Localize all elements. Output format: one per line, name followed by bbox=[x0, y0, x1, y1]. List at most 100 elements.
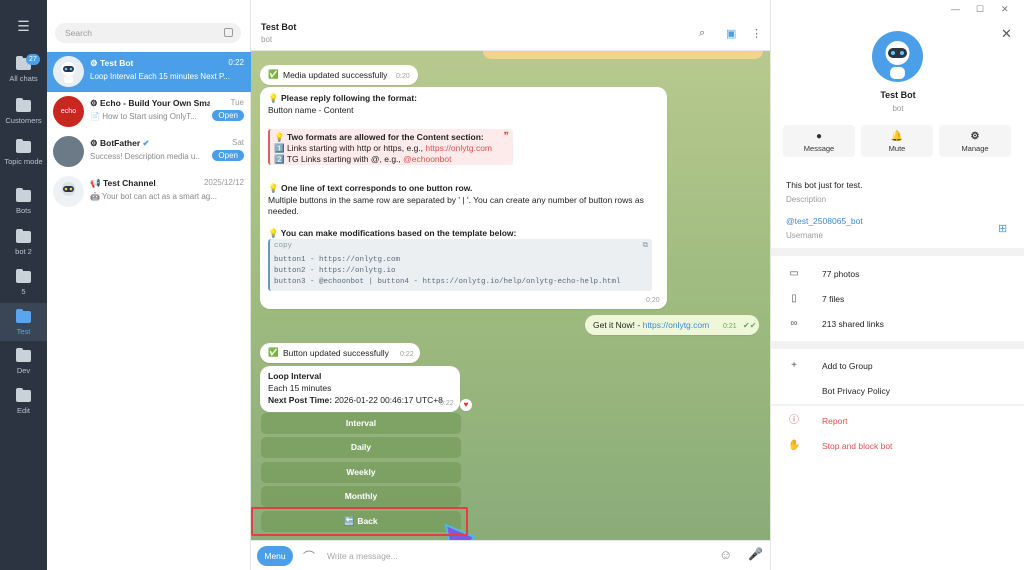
folder-icon bbox=[16, 348, 31, 362]
profile-avatar bbox=[872, 31, 923, 82]
window-close-icon[interactable]: ✕ bbox=[1001, 4, 1009, 15]
search-icon[interactable]: ⌕ bbox=[699, 27, 705, 40]
folder-all-chats[interactable]: 27 All chats bbox=[0, 54, 47, 88]
heart-reaction-icon[interactable]: ♥ bbox=[460, 399, 472, 411]
emoji-icon[interactable]: ☺ bbox=[719, 547, 732, 562]
messages-area[interactable]: ✅ Media updated successfully 0:20 💡 Plea… bbox=[251, 51, 770, 540]
folder-bot-2[interactable]: bot 2 bbox=[0, 229, 47, 259]
lock-icon[interactable] bbox=[224, 28, 233, 37]
qr-code-icon[interactable]: ⊞ bbox=[998, 222, 1007, 235]
folder-dev[interactable]: Dev bbox=[0, 348, 47, 378]
folder-customers[interactable]: Customers bbox=[0, 98, 47, 128]
robot-icon bbox=[61, 62, 76, 83]
folder-icon bbox=[16, 269, 31, 283]
profile-subtitle: bot bbox=[892, 104, 904, 113]
message-loop-interval[interactable]: Loop Interval Each 15 minutes Next Post … bbox=[260, 366, 460, 412]
quote-block: 💡 Two formats are allowed for the Conten… bbox=[268, 129, 513, 165]
keyboard-button-weekly[interactable]: Weekly bbox=[261, 462, 461, 483]
maximize-icon[interactable]: ☐ bbox=[976, 4, 984, 15]
privacy-policy-row[interactable]: Bot Privacy Policy bbox=[771, 381, 1024, 403]
chat-header[interactable]: Test Bot bot ⌕ ▣ ⋮ bbox=[251, 0, 770, 51]
hand-stop-icon: ✋ bbox=[788, 440, 801, 451]
quote-icon: ❞ bbox=[503, 131, 509, 142]
bot-icon bbox=[16, 188, 31, 202]
message-action-button[interactable]: ● Message bbox=[783, 125, 855, 157]
folder-topic-mode[interactable]: Topic mode bbox=[0, 139, 47, 177]
chat-title: 📢 Test Channel bbox=[90, 178, 156, 188]
shared-files-row[interactable]: ▯ 7 files bbox=[771, 289, 1024, 311]
keyboard-button-daily[interactable]: Daily bbox=[261, 437, 461, 458]
message-media-updated[interactable]: ✅ Media updated successfully 0:20 bbox=[260, 65, 418, 85]
keyboard-button-interval[interactable]: Interval bbox=[261, 413, 461, 434]
chat-title: ⚙ Test Bot bbox=[90, 58, 134, 68]
bell-icon: 🔔 bbox=[890, 131, 904, 142]
folder-bots[interactable]: Bots bbox=[0, 188, 47, 218]
unread-badge: 27 bbox=[26, 54, 40, 65]
chat-preview: 🤖 Your bot can act as a smart ag... bbox=[90, 192, 217, 201]
profile-username[interactable]: @test_2508065_bot bbox=[786, 216, 863, 226]
hamburger-menu-icon[interactable]: ☰ bbox=[0, 18, 47, 35]
bot-menu-button[interactable]: Menu bbox=[257, 546, 293, 566]
copy-icon[interactable]: ⧉ bbox=[643, 241, 648, 250]
checkmark-icon: ✅ bbox=[268, 347, 279, 357]
message-outgoing-link[interactable]: Get it Now! - https://onlytg.com 0:21 ✔✔ bbox=[585, 315, 759, 335]
sidebar-toggle-icon[interactable]: ▣ bbox=[726, 27, 736, 40]
sliders-icon: ⚙ bbox=[970, 131, 980, 142]
avatar bbox=[53, 56, 84, 87]
chat-date: 2025/12/12 bbox=[203, 178, 244, 187]
report-row[interactable]: ⓘ Report bbox=[771, 411, 1024, 433]
chat-area: Test Bot bot ⌕ ▣ ⋮ ✅ Media updated succe… bbox=[251, 0, 770, 570]
chat-date: 0:22 bbox=[228, 58, 244, 67]
manage-action-button[interactable]: ⚙ Manage bbox=[939, 125, 1011, 157]
chat-item-botfather[interactable]: ⚙ BotFather ✔ Sat Success! Description m… bbox=[47, 132, 251, 172]
minimize-icon[interactable]: — bbox=[951, 4, 960, 14]
chat-date: Sat bbox=[231, 138, 244, 147]
folder-test[interactable]: Test bbox=[0, 303, 47, 341]
shared-links-row[interactable]: ∞ 213 shared links bbox=[771, 314, 1024, 336]
open-button[interactable]: Open bbox=[212, 150, 244, 161]
username-label: Username bbox=[786, 231, 823, 240]
keyboard-button-monthly[interactable]: Monthly bbox=[261, 486, 461, 507]
message-composer: Menu ⌒ Write a message... ☺ 🎤 bbox=[251, 540, 770, 570]
chat-item-test-bot[interactable]: ⚙ Test Bot 0:22 Loop Interval Each 15 mi… bbox=[47, 52, 251, 92]
message-input[interactable]: Write a message... bbox=[327, 551, 398, 561]
chat-title: ⚙ Echo - Build Your Own Smar... bbox=[90, 98, 210, 108]
search-input[interactable]: Search bbox=[55, 23, 241, 43]
link-icon: ∞ bbox=[790, 318, 798, 329]
highlight-box bbox=[251, 507, 468, 536]
shared-photos-row[interactable]: ▭ 77 photos bbox=[771, 264, 1024, 286]
avatar bbox=[53, 136, 84, 167]
chat-item-echo[interactable]: echo ⚙ Echo - Build Your Own Smar... Tue… bbox=[47, 92, 251, 132]
paperclip-icon[interactable]: ⌒ bbox=[303, 548, 315, 565]
chat-item-test-channel[interactable]: 📢 Test Channel 2025/12/12 🤖 Your bot can… bbox=[47, 172, 251, 212]
add-user-icon: + bbox=[791, 360, 797, 371]
profile-panel: — ☐ ✕ ✕ Test Bot bot ● Message 🔔 Mute ⚙ Man… bbox=[770, 0, 1024, 570]
message-button-updated[interactable]: ✅ Button updated successfully 0:22 bbox=[260, 343, 420, 363]
folder-edit[interactable]: Edit bbox=[0, 388, 47, 418]
mute-action-button[interactable]: 🔔 Mute bbox=[861, 125, 933, 157]
more-icon[interactable]: ⋮ bbox=[751, 27, 762, 40]
message-format-instructions[interactable]: 💡 Please reply following the format: But… bbox=[260, 87, 667, 309]
chat-preview: Success! Description media u... bbox=[90, 152, 200, 161]
folder-icon bbox=[16, 98, 31, 112]
microphone-icon[interactable]: 🎤 bbox=[748, 547, 763, 561]
open-button[interactable]: Open bbox=[212, 110, 244, 121]
chat-title: ⚙ BotFather ✔ bbox=[90, 138, 150, 148]
block-bot-row[interactable]: ✋ Stop and block bot bbox=[771, 436, 1024, 458]
avatar bbox=[53, 176, 84, 207]
close-panel-icon[interactable]: ✕ bbox=[1001, 26, 1012, 42]
photo-icon: ▭ bbox=[789, 268, 799, 279]
chat-date: Tue bbox=[230, 98, 245, 107]
folder-5[interactable]: 5 bbox=[0, 269, 47, 299]
add-to-group-row[interactable]: + Add to Group bbox=[771, 356, 1024, 378]
file-icon: ▯ bbox=[791, 293, 797, 304]
profile-name: Test Bot bbox=[880, 90, 916, 100]
folder-icon bbox=[16, 139, 31, 153]
code-block[interactable]: copy ⧉ button1 - https://onlytg.com butt… bbox=[268, 239, 652, 291]
folder-icon bbox=[16, 229, 31, 243]
previous-message-edge bbox=[483, 51, 763, 59]
folder-icon bbox=[16, 309, 31, 323]
robot-icon bbox=[885, 41, 910, 79]
chat-preview: Loop Interval Each 15 minutes Next P... bbox=[90, 72, 230, 81]
robot-icon bbox=[61, 182, 76, 196]
